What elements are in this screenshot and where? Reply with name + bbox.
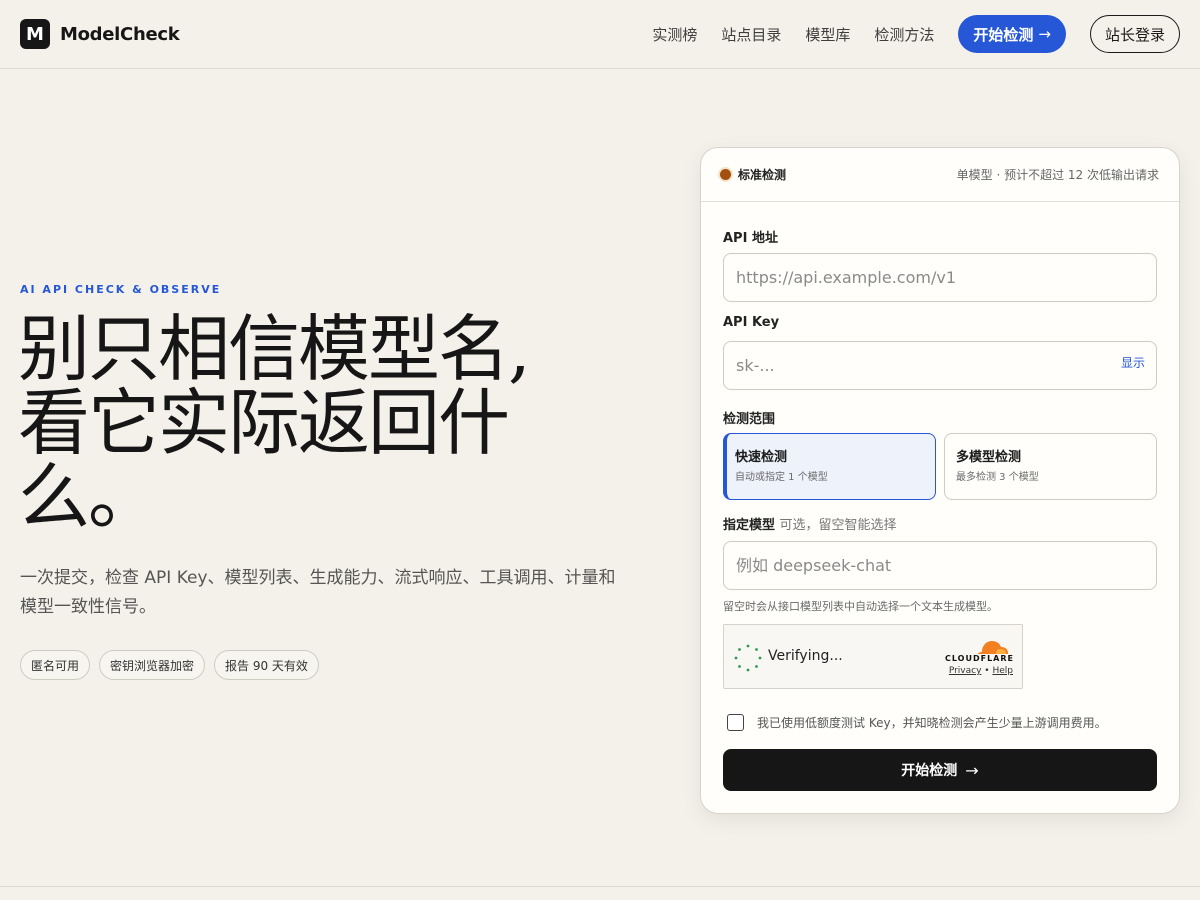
model-input[interactable] [723, 541, 1157, 590]
consent-text: 我已使用低额度测试 Key，并知晓检测会产生少量上游调用费用。 [757, 716, 1107, 730]
arrow-right-icon: → [1038, 25, 1051, 43]
hero-subtitle: 一次提交，检查 API Key、模型列表、生成能力、流式响应、工具调用、计量和模… [20, 568, 616, 617]
captcha-links: Privacy • Help [949, 666, 1013, 676]
nav-link-model-library[interactable]: 模型库 [805, 24, 850, 45]
section-divider [0, 886, 1200, 887]
scope-option-multi[interactable]: 多模型检测 最多检测 3 个模型 [944, 433, 1157, 500]
api-url-input[interactable] [723, 253, 1157, 302]
api-url-label: API 地址 [723, 231, 778, 246]
captcha-link-separator: • [984, 666, 990, 676]
api-key-label: API Key [723, 315, 780, 330]
brand-name: ModelCheck [60, 23, 180, 45]
scope-option-quick[interactable]: 快速检测 自动或指定 1 个模型 [723, 433, 936, 500]
start-check-submit-button[interactable]: 开始检测 → [723, 749, 1157, 791]
captcha-help-link[interactable]: Help [992, 666, 1013, 676]
feature-chips: 匿名可用 密钥浏览器加密 报告 90 天有效 [20, 650, 328, 680]
captcha-privacy-link[interactable]: Privacy [949, 666, 982, 676]
chip-report-validity: 报告 90 天有效 [214, 650, 319, 680]
mode-note: 单模型 · 预计不超过 12 次低输出请求 [956, 168, 1159, 182]
model-label-note: 可选，留空智能选择 [779, 518, 897, 533]
scope-option-multi-title: 多模型检测 [956, 450, 1022, 465]
card-header: 标准检测 单模型 · 预计不超过 12 次低输出请求 [701, 148, 1179, 202]
top-navigation-bar: M ModelCheck 实测榜 站点目录 模型库 检测方法 开始检测 → 站长… [0, 0, 1200, 69]
model-label-text: 指定模型 [723, 518, 776, 533]
hero-title-line-3: 么。 [18, 455, 160, 539]
model-hint: 留空时会从接口模型列表中自动选择一个文本生成模型。 [723, 600, 998, 613]
nav-link-methodology[interactable]: 检测方法 [874, 24, 934, 45]
submit-arrow-right-icon: → [965, 760, 979, 780]
nav-link-leaderboard[interactable]: 实测榜 [652, 24, 697, 45]
hero-title-line-2: 看它实际返回什 [18, 381, 510, 465]
brand-mark-icon: M [20, 19, 50, 49]
consent-checkbox[interactable] [727, 714, 744, 731]
api-key-input[interactable] [723, 341, 1157, 390]
captcha-widget[interactable]: Verifying... CLOUDFLARE Privacy • Help [723, 624, 1023, 689]
start-check-nav-label: 开始检测 [973, 25, 1034, 44]
captcha-status: Verifying... [768, 648, 843, 664]
scope-option-quick-title: 快速检测 [735, 450, 788, 465]
nav-link-site-directory[interactable]: 站点目录 [721, 24, 781, 45]
hero-eyebrow: AI API CHECK & OBSERVE [20, 283, 222, 296]
main-nav: 实测榜 站点目录 模型库 检测方法 开始检测 → 站长登录 [652, 15, 1180, 53]
model-label: 指定模型 可选，留空智能选择 [723, 514, 897, 533]
chip-anonymous: 匿名可用 [20, 650, 91, 680]
consent-row: 我已使用低额度测试 Key，并知晓检测会产生少量上游调用费用。 [727, 714, 1107, 731]
scope-option-quick-desc: 自动或指定 1 个模型 [735, 472, 828, 483]
chip-browser-encryption: 密钥浏览器加密 [99, 650, 206, 680]
start-check-nav-button[interactable]: 开始检测 → [958, 15, 1066, 53]
captcha-provider-name: CLOUDFLARE [945, 654, 1014, 663]
hero-title-line-1: 别只相信模型名, [18, 307, 531, 391]
mode-label: 标准检测 [738, 168, 787, 182]
brand-logo-link[interactable]: M ModelCheck [20, 19, 180, 49]
loading-spinner-icon [734, 644, 762, 672]
scope-label: 检测范围 [723, 412, 776, 427]
status-dot-icon [720, 169, 731, 180]
show-key-toggle[interactable]: 显示 [1121, 354, 1145, 371]
owner-login-button[interactable]: 站长登录 [1089, 15, 1180, 53]
scope-option-multi-desc: 最多检测 3 个模型 [956, 472, 1039, 483]
check-form-card: 标准检测 单模型 · 预计不超过 12 次低输出请求 API 地址 API Ke… [700, 147, 1180, 814]
submit-label: 开始检测 [901, 763, 958, 779]
hero-title: 别只相信模型名, 看它实际返回什 么。 [18, 312, 538, 534]
